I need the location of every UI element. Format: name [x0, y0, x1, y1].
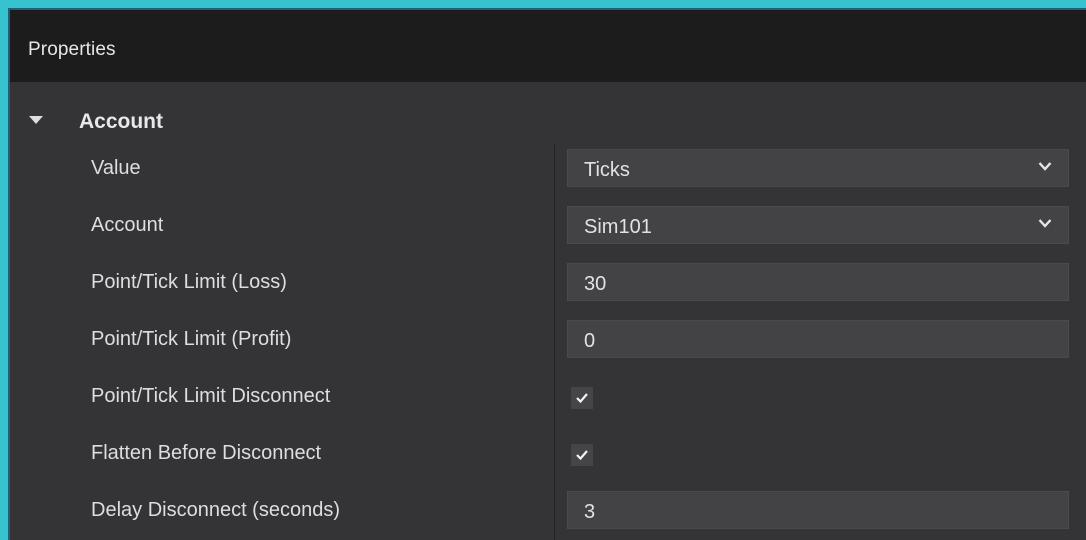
value-dropdown[interactable]: Ticks	[567, 149, 1069, 187]
value-dropdown-selected: Ticks	[584, 159, 630, 181]
limit-profit-value: 0	[584, 330, 596, 352]
property-row-flatten-before-disconnect: Flatten Before Disconnect	[10, 429, 1086, 475]
account-dropdown[interactable]: Sim101	[567, 206, 1069, 244]
property-label-delay-disconnect: Delay Disconnect (seconds)	[91, 499, 340, 521]
property-row-limit-disconnect: Point/Tick Limit Disconnect	[10, 372, 1086, 418]
property-row-limit-profit: Point/Tick Limit (Profit) 0	[10, 315, 1086, 361]
delay-disconnect-value: 3	[584, 501, 596, 523]
limit-loss-input[interactable]: 30	[567, 263, 1069, 301]
properties-panel: Properties Account Value Ticks Account S…	[10, 10, 1086, 540]
property-label-flatten-before-disconnect: Flatten Before Disconnect	[91, 442, 322, 464]
property-row-delay-disconnect: Delay Disconnect (seconds) 3	[10, 486, 1086, 532]
account-dropdown-selected: Sim101	[584, 216, 652, 238]
property-label-value: Value	[91, 157, 141, 179]
properties-title: Properties	[28, 39, 116, 60]
section-label-account: Account	[79, 110, 163, 133]
account-section-header[interactable]: Account	[10, 103, 1086, 139]
limit-profit-input[interactable]: 0	[567, 320, 1069, 358]
property-label-limit-loss: Point/Tick Limit (Loss)	[91, 271, 287, 293]
property-row-value: Value Ticks	[10, 144, 1086, 190]
caret-down-icon[interactable]	[29, 116, 43, 124]
limit-disconnect-checkbox[interactable]	[571, 387, 593, 409]
property-label-account: Account	[91, 214, 164, 236]
property-label-limit-disconnect: Point/Tick Limit Disconnect	[91, 385, 331, 407]
property-label-limit-profit: Point/Tick Limit (Profit)	[91, 328, 292, 350]
property-row-account: Account Sim101	[10, 201, 1086, 247]
properties-header: Properties	[10, 10, 1086, 82]
checkmark-icon	[576, 450, 588, 461]
flatten-before-disconnect-checkbox[interactable]	[571, 444, 593, 466]
limit-loss-value: 30	[584, 273, 607, 295]
chevron-down-icon	[1038, 162, 1052, 171]
property-row-limit-loss: Point/Tick Limit (Loss) 30	[10, 258, 1086, 304]
delay-disconnect-input[interactable]: 3	[567, 491, 1069, 529]
checkmark-icon	[576, 393, 588, 404]
chevron-down-icon	[1038, 219, 1052, 228]
